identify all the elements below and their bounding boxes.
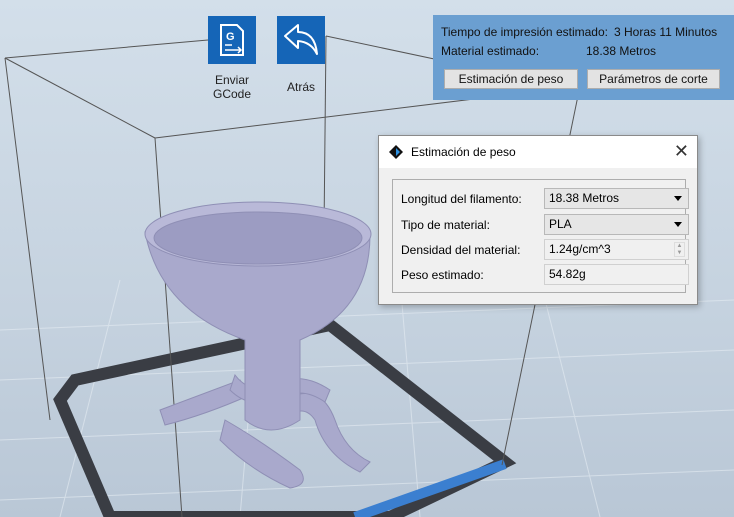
print-time-label: Tiempo de impresión estimado: [441,25,608,39]
spin-arrows-icon[interactable]: ▲ ▼ [674,242,685,257]
chevron-down-icon [674,222,682,227]
back-arrow-icon [284,24,318,55]
close-icon[interactable]: ✕ [674,142,689,160]
send-gcode-label-line1: Enviar [214,73,249,87]
estimated-weight-field: 54.82g [544,264,689,285]
estimated-weight-value: 54.82g [549,267,586,281]
send-gcode-label: Enviar GCode [200,73,264,101]
material-type-select[interactable]: PLA [544,214,689,235]
svg-text:G: G [226,31,235,43]
dialog-titlebar[interactable]: Estimación de peso ✕ [379,136,697,168]
app-logo-icon [389,145,403,159]
weight-estimation-button[interactable]: Estimación de peso [444,69,578,89]
gcode-file-icon: G [220,24,244,56]
material-label: Material estimado: [441,44,540,58]
estimated-weight-label: Peso estimado: [401,268,484,282]
dialog-title: Estimación de peso [411,145,516,159]
material-type-value: PLA [549,217,572,231]
axis-x-highlight [353,459,507,517]
material-value: 18.38 Metros [586,44,657,58]
send-gcode-label-line2: GCode [212,87,252,101]
back-button[interactable] [277,16,325,64]
build-plate-grid [0,279,734,517]
3d-model[interactable] [144,201,372,489]
weight-estimation-dialog: Estimación de peso ✕ Longitud del filame… [378,135,698,305]
slice-parameters-button[interactable]: Parámetros de corte [587,69,720,89]
density-label: Densidad del material: [401,243,521,257]
filament-length-label: Longitud del filamento: [401,192,522,206]
weight-form: Longitud del filamento: 18.38 Metros Tipo… [392,179,689,293]
density-value: 1.24g/cm^3 [549,242,611,256]
send-gcode-button[interactable]: G [208,16,256,64]
chevron-down-icon [674,196,682,201]
filament-length-value: 18.38 Metros [549,191,620,205]
density-spinbox[interactable]: 1.24g/cm^3 ▲ ▼ [544,239,689,260]
material-type-label: Tipo de material: [401,218,490,232]
back-label: Atrás [286,80,315,94]
print-info-panel: Tiempo de impresión estimado: 3 Horas 11 … [433,15,734,100]
filament-length-select[interactable]: 18.38 Metros [544,188,689,209]
print-time-value: 3 Horas 11 Minutos [613,25,718,39]
